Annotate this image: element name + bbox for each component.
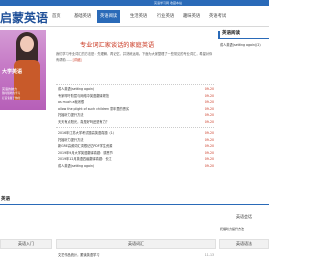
nav-item-home[interactable]: 首页 (52, 10, 61, 23)
news-list-2: 2016年江苏大学考试题高英语真题（1） 09-20 托福听力提升方法 09-20 … (56, 130, 214, 169)
right-panel-accent (218, 31, 220, 38)
nav-item-life[interactable]: 生活英语 (130, 10, 147, 23)
banner-title: 大学英语 (2, 69, 23, 75)
banner-pager (12, 104, 32, 123)
headline[interactable]: 专业词汇家谈话的家庭英语 (80, 40, 154, 49)
divider (56, 127, 214, 128)
banner-face (20, 36, 34, 52)
list-item-date: 09-20 (204, 119, 214, 124)
list-item-title: 成人英语(setting again) (58, 163, 95, 168)
list-item-title: 托福听力提升方法 (220, 227, 245, 231)
vocab-list: 文艺作品统计，跟读英语学习 11-13 (58, 251, 214, 260)
pager-dot[interactable] (22, 116, 25, 119)
headline-summary: 我们学习专业词汇的方法是：先理解、再记忆、并熟练运用。下面为大家整理了一些常见的… (56, 52, 214, 63)
divider (56, 84, 214, 85)
top-bar-links[interactable]: 英语学习网 收藏本站 (154, 0, 182, 6)
list-item[interactable]: 天天有点阳光，真是好吗还是有力？ 09-20 (56, 119, 214, 126)
column-heading-intro[interactable]: 英语入门 (0, 239, 52, 249)
banner-slide[interactable]: 大学英语 英语的魅力 随时随地的学习 打造专属于你的 (0, 30, 46, 110)
column-heading-vocab[interactable]: 英语词汇 (56, 239, 216, 249)
main-nav: 首页 基础英语 英语阅读 生活英语 行业英语 趣味英语 英语考试 (42, 10, 269, 23)
list-item-date: 09-20 (204, 163, 214, 168)
column-heading-grammar[interactable]: 英语语法 (219, 239, 269, 249)
conversation-list: 托福听力提升方法 (220, 225, 269, 234)
column-heading-conversation[interactable]: 英语会话 (219, 213, 269, 223)
list-item[interactable]: 成人英语(setting again) 09-20 (56, 163, 214, 170)
summary-more-link[interactable]: [详细] (73, 58, 82, 62)
pager-dot[interactable] (17, 116, 20, 119)
list-item[interactable]: 托福听力提升方法 (220, 225, 269, 234)
nav-item-fun[interactable]: 趣味英语 (183, 10, 200, 23)
nav-item-exam[interactable]: 英语考试 (209, 10, 226, 23)
pager-dot[interactable] (12, 116, 15, 119)
list-item[interactable]: 文艺作品统计，跟读英语学习 11-13 (58, 251, 214, 260)
top-bar (0, 0, 269, 6)
nav-divider (0, 26, 269, 27)
list-item-title: 文艺作品统计，跟读英语学习 (58, 253, 100, 257)
site-logo[interactable]: 启蒙英语 (0, 9, 48, 26)
news-list: 成人英语(setting again) 09-20 专家呼吁阶层与网络中英语翻译规… (56, 86, 214, 125)
pager-dot[interactable] (27, 116, 30, 119)
section-divider (0, 204, 269, 205)
banner-text-1: 随时随地的学习 (2, 92, 21, 95)
list-item-title: 天天有点阳光，真是好吗还是有力？ (58, 119, 109, 124)
section-title: 英语 (1, 197, 10, 202)
right-panel-item[interactable]: 成人英语(setting again)(2) (220, 42, 261, 47)
right-panel-title: 英语阅读 (222, 31, 240, 36)
nav-item-basic[interactable]: 基础英语 (74, 10, 91, 23)
nav-item-industry[interactable]: 行业英语 (157, 10, 174, 23)
list-item-date: 11-13 (204, 253, 214, 257)
nav-item-reading[interactable]: 英语阅读 (97, 10, 121, 23)
banner-text-2: 打造专属于你的 (2, 97, 21, 100)
